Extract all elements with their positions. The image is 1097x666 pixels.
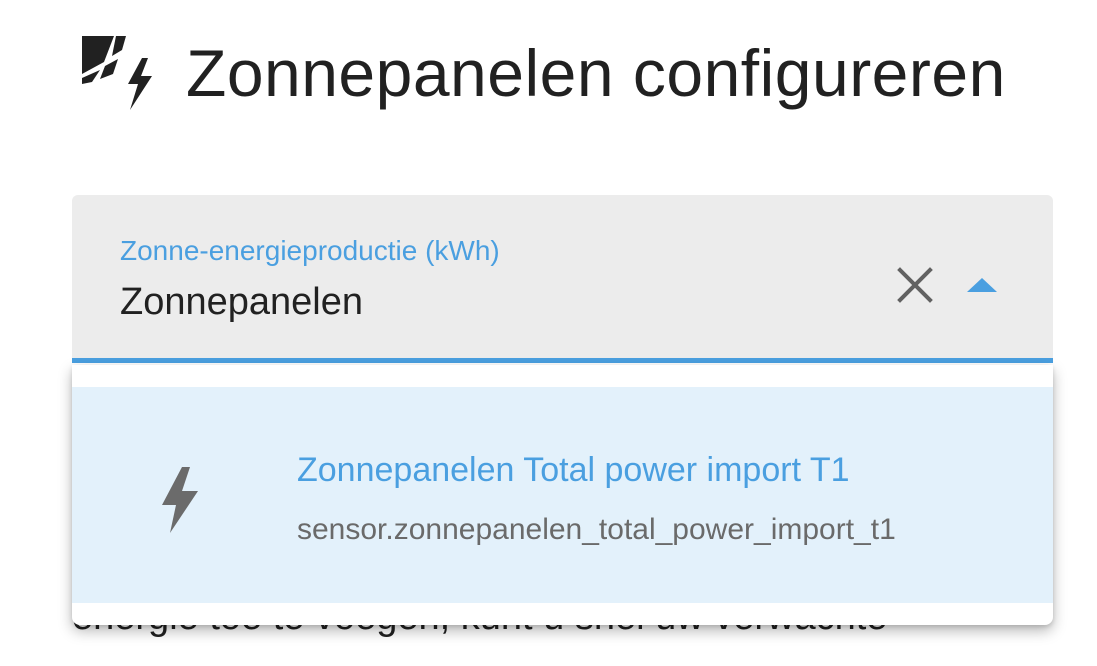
page-header: Zonnepanelen configureren bbox=[78, 28, 1006, 118]
caret-up-icon bbox=[967, 278, 997, 292]
close-icon bbox=[897, 267, 933, 303]
solar-power-icon bbox=[78, 32, 160, 114]
dropdown-toggle-button[interactable] bbox=[960, 267, 1004, 303]
clear-button[interactable] bbox=[892, 262, 938, 308]
option-entity-id: sensor.zonnepanelen_total_power_import_t… bbox=[297, 513, 896, 546]
select-underline bbox=[72, 358, 1053, 363]
select-label: Zonne-energieproductie (kWh) bbox=[120, 235, 500, 266]
solar-production-select[interactable]: Zonne-energieproductie (kWh) Zonnepanele… bbox=[72, 195, 1053, 363]
option-title: Zonnepanelen Total power import T1 bbox=[297, 451, 850, 489]
list-item[interactable]: Zonnepanelen Total power import T1 senso… bbox=[72, 387, 1053, 603]
page-title: Zonnepanelen configureren bbox=[186, 36, 1006, 110]
flash-icon bbox=[150, 465, 210, 535]
dropdown-listbox: Zonnepanelen Total power import T1 senso… bbox=[72, 365, 1053, 625]
select-value[interactable]: Zonnepanelen bbox=[120, 281, 363, 324]
